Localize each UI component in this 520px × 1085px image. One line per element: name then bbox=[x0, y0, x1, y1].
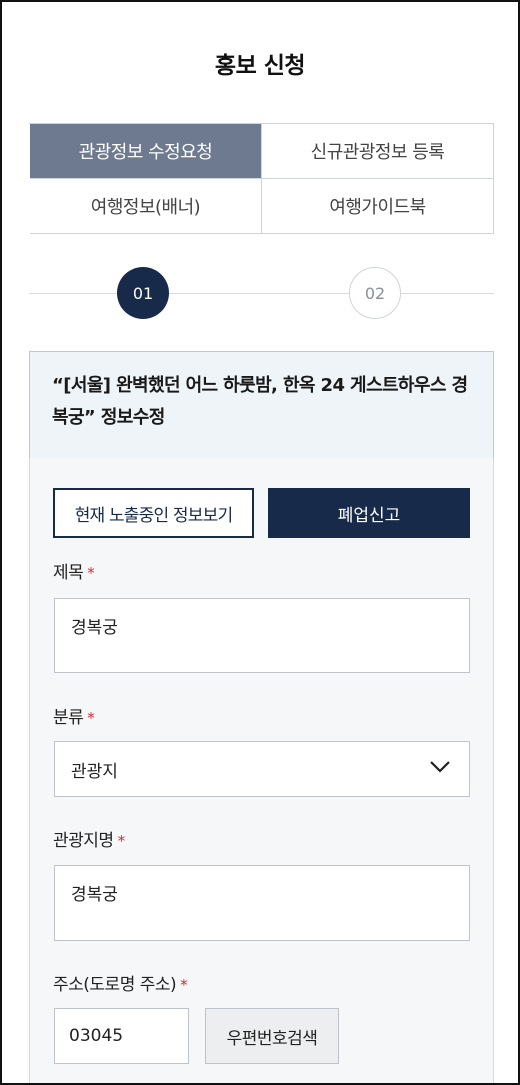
spot-name-label: 관광지명 * bbox=[53, 826, 125, 851]
category-select[interactable]: 관광지 bbox=[54, 741, 470, 797]
tab-travel-guidebook[interactable]: 여행가이드북 bbox=[262, 179, 494, 234]
required-mark: * bbox=[87, 709, 95, 727]
step-01: 01 bbox=[117, 267, 169, 319]
page-title: 홍보 신청 bbox=[214, 53, 306, 79]
app-frame: 홍보 신청 관광정보 수정요청 신규관광정보 등록 여행정보(배너) 여행가이드… bbox=[0, 0, 520, 1085]
tab-new-tour-info[interactable]: 신규관광정보 등록 bbox=[262, 124, 494, 179]
required-mark: * bbox=[180, 976, 188, 994]
zipcode-input[interactable]: 03045 bbox=[54, 1008, 189, 1064]
view-current-info-button[interactable]: 현재 노출중인 정보보기 bbox=[53, 488, 254, 538]
title-label: 제목 * bbox=[53, 558, 95, 583]
category-label-text: 분류 bbox=[53, 708, 84, 728]
spot-name-label-text: 관광지명 bbox=[53, 831, 114, 851]
tab-tour-info-edit[interactable]: 관광정보 수정요청 bbox=[30, 124, 262, 179]
chevron-down-icon bbox=[430, 761, 450, 773]
tab-bar: 관광정보 수정요청 신규관광정보 등록 여행정보(배너) 여행가이드북 bbox=[29, 123, 494, 234]
address-label-text: 주소(도로명 주소) bbox=[53, 975, 177, 995]
address-label: 주소(도로명 주소) * bbox=[53, 970, 188, 995]
edit-form: 현재 노출중인 정보보기 폐업신고 제목 * 경복궁 분류 * 관광지 관광지명 * … bbox=[29, 458, 494, 1083]
closure-report-button[interactable]: 폐업신고 bbox=[268, 488, 470, 538]
zipcode-search-button[interactable]: 우편번호검색 bbox=[205, 1008, 339, 1064]
required-mark: * bbox=[117, 832, 126, 850]
spot-name-input[interactable]: 경복궁 bbox=[54, 865, 470, 941]
edit-target-notice: “[서울] 완벽했던 어느 하룻밤, 한옥 24 게스트하우스 경복궁” 정보수… bbox=[29, 351, 494, 459]
step-02: 02 bbox=[349, 267, 401, 319]
step-indicator: 01 02 bbox=[29, 267, 494, 319]
title-input[interactable]: 경복궁 bbox=[54, 598, 470, 673]
required-mark: * bbox=[87, 564, 95, 582]
category-selected-value: 관광지 bbox=[71, 761, 118, 782]
title-label-text: 제목 bbox=[53, 563, 84, 583]
step-line bbox=[29, 293, 494, 294]
tab-travel-banner[interactable]: 여행정보(배너) bbox=[30, 179, 262, 234]
category-label: 분류 * bbox=[53, 703, 95, 728]
